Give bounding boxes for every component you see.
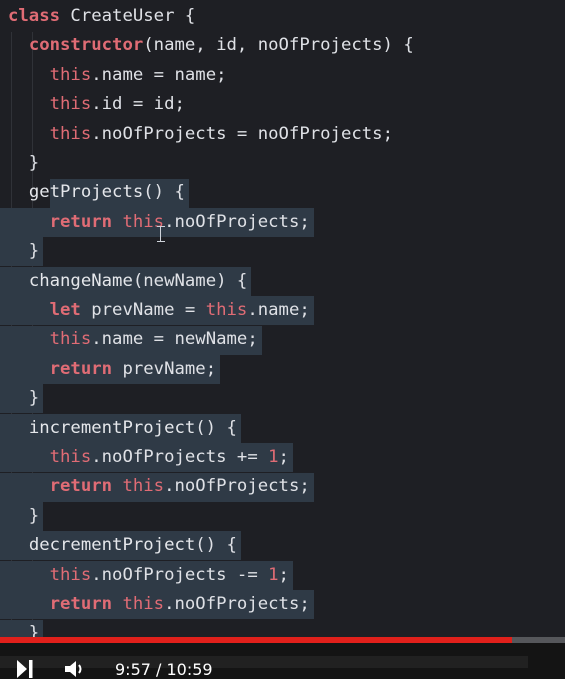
code-line[interactable]: decrementProject() { bbox=[8, 531, 237, 560]
code-token: } bbox=[8, 505, 40, 526]
code-token: } bbox=[8, 241, 40, 262]
code-line[interactable]: this.noOfProjects += 1; bbox=[8, 443, 289, 472]
code-line[interactable]: this.name = newName; bbox=[8, 325, 258, 354]
code-token: .noOfProjects += bbox=[91, 447, 269, 467]
code-token: this bbox=[49, 329, 92, 350]
code-token: getProjects bbox=[28, 182, 144, 203]
code-token: (name, id, noOfProjects) { bbox=[143, 35, 414, 56]
code-line[interactable]: return this.noOfProjects; bbox=[8, 208, 310, 237]
code-token: .noOfProjects; bbox=[164, 476, 310, 497]
code-line[interactable]: return prevName; bbox=[8, 355, 216, 384]
code-token: this bbox=[49, 447, 92, 467]
code-token: .id = id; bbox=[91, 94, 185, 115]
code-token: constructor bbox=[28, 35, 144, 56]
code-line[interactable]: getProjects() { bbox=[8, 178, 185, 207]
code-token: .noOfProjects = noOfProjects; bbox=[91, 123, 393, 144]
code-line[interactable]: this.noOfProjects = noOfProjects; bbox=[8, 120, 393, 149]
code-line[interactable]: class CreateUser { bbox=[8, 2, 195, 31]
video-frame: class CreateUser { constructor(name, id,… bbox=[0, 0, 565, 679]
code-token: this bbox=[49, 64, 92, 85]
code-token: .name = newName; bbox=[91, 329, 258, 350]
code-token: .name = name; bbox=[91, 64, 227, 85]
code-line[interactable]: let prevName = this.name; bbox=[8, 296, 310, 325]
code-token: .name; bbox=[247, 300, 310, 320]
code-line[interactable]: } bbox=[8, 149, 39, 178]
code-token: return bbox=[49, 358, 113, 379]
code-token: this bbox=[49, 94, 92, 115]
code-line[interactable]: incrementProject() { bbox=[8, 414, 237, 443]
code-token: () { bbox=[143, 182, 185, 203]
play-pause-button[interactable] bbox=[13, 658, 39, 679]
code-line[interactable]: } bbox=[8, 237, 39, 266]
code-token: decrementProject bbox=[28, 535, 196, 556]
code-token: CreateUser { bbox=[60, 6, 196, 26]
code-token: .noOfProjects -= bbox=[91, 564, 269, 585]
code-token: 1 bbox=[268, 447, 279, 467]
code-token: .noOfProjects; bbox=[164, 594, 310, 614]
code-token: changeName bbox=[28, 270, 133, 291]
code-token: return bbox=[49, 476, 113, 497]
code-line[interactable]: changeName(newName) { bbox=[8, 267, 248, 296]
code-token: () { bbox=[195, 535, 237, 556]
code-token: ; bbox=[278, 447, 289, 467]
code-token: return bbox=[49, 211, 113, 232]
code-line[interactable]: constructor(name, id, noOfProjects) { bbox=[8, 31, 414, 60]
text-cursor-icon bbox=[157, 226, 170, 242]
code-token: this bbox=[205, 300, 248, 320]
code-line[interactable]: return this.noOfProjects; bbox=[8, 590, 310, 619]
code-token: () { bbox=[195, 417, 237, 438]
code-token: ; bbox=[278, 564, 289, 585]
code-line[interactable]: } bbox=[8, 502, 39, 531]
code-line[interactable]: this.id = id; bbox=[8, 90, 185, 119]
code-token: class bbox=[8, 6, 61, 26]
code-token: prevName; bbox=[112, 358, 217, 379]
volume-button[interactable] bbox=[62, 658, 88, 679]
code-token: incrementProject bbox=[28, 417, 196, 438]
code-token: this bbox=[49, 564, 92, 585]
volume-icon bbox=[65, 661, 82, 677]
code-token: return bbox=[49, 594, 113, 614]
player-controls: 9:57 / 10:59 bbox=[0, 643, 565, 679]
code-token: this bbox=[122, 211, 165, 232]
code-token: } bbox=[8, 153, 40, 173]
code-token: this bbox=[122, 594, 165, 614]
code-token: 1 bbox=[268, 564, 279, 585]
code-line[interactable]: this.noOfProjects -= 1; bbox=[8, 561, 289, 590]
code-line[interactable]: this.name = name; bbox=[8, 61, 227, 90]
code-token: .noOfProjects; bbox=[164, 211, 310, 232]
code-line[interactable]: } bbox=[8, 384, 39, 413]
code-token: } bbox=[8, 388, 40, 409]
code-token: this bbox=[49, 123, 92, 144]
code-line[interactable]: return this.noOfProjects; bbox=[8, 472, 310, 501]
code-token: (newName) { bbox=[132, 270, 248, 291]
code-editor: class CreateUser { constructor(name, id,… bbox=[0, 0, 565, 640]
time-display: 9:57 / 10:59 bbox=[115, 660, 213, 679]
play-pause-icon bbox=[17, 660, 33, 678]
code-token: let bbox=[49, 300, 81, 320]
code-token: this bbox=[122, 476, 165, 497]
code-token: prevName = bbox=[80, 300, 206, 320]
